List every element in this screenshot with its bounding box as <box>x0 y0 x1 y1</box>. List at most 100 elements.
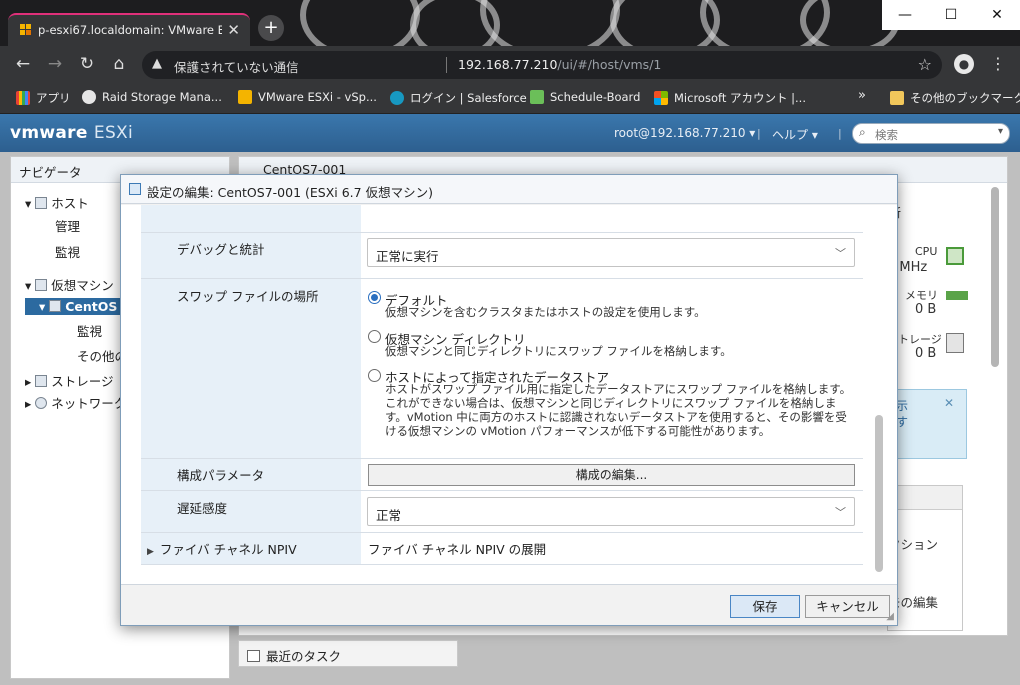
bookmark-microsoft[interactable]: Microsoft アカウント |... <box>654 90 806 106</box>
folder-icon <box>890 91 904 105</box>
network-icon <box>35 397 48 409</box>
bookmark-vmware-esxi[interactable]: VMware ESXi - vSp... <box>238 90 377 104</box>
dialog-header: 設定の編集: CentOS7-001 (ESXi 6.7 仮想マシン) <box>121 175 897 204</box>
back-arrow-icon[interactable]: ← <box>12 54 34 74</box>
dialog-footer: 保存 キャンセル ◢ <box>121 586 897 625</box>
swap-vm-directory-desc: 仮想マシンと同じディレクトリにスワップ ファイルを格納します。 <box>385 344 732 358</box>
apps-grid-icon <box>16 91 30 105</box>
cpu-icon <box>946 247 964 265</box>
vmware-esxi-logo: vmware ESXi <box>10 123 133 143</box>
bookmark-label: ログイン | Salesforce <box>410 91 527 105</box>
panel-header <box>888 486 962 510</box>
tree-item-vms[interactable]: ▾ 仮想マシン <box>25 275 114 294</box>
bookmark-label: VMware ESXi - vSp... <box>258 90 377 104</box>
bookmark-label: Microsoft アカウント |... <box>674 91 806 105</box>
cpu-label: CPU <box>915 245 938 258</box>
home-icon[interactable]: ⌂ <box>108 54 130 74</box>
app-header: vmware ESXi root@192.168.77.210 ▾ | ヘルプ … <box>0 114 1020 152</box>
forward-arrow-icon[interactable]: → <box>44 54 66 74</box>
search-placeholder: 検索 <box>875 128 898 142</box>
close-icon[interactable]: ✕ <box>944 396 954 410</box>
bookmarks-overflow-button[interactable]: » <box>858 88 866 103</box>
tree-item-monitor[interactable]: 監視 <box>55 242 80 261</box>
security-status[interactable]: 保護されていない通信 <box>174 57 299 76</box>
swap-label: スワップ ファイルの場所 <box>177 289 319 304</box>
search-box[interactable]: ⌕ 検索 ▾ <box>852 123 1010 144</box>
debug-label: デバッグと統計 <box>177 242 265 257</box>
vmware-favicon <box>20 24 32 36</box>
wallpaper-decoration <box>300 0 420 46</box>
npiv-label: ファイバ チャネル NPIV <box>159 542 297 557</box>
latency-value: 正常 <box>376 508 402 523</box>
info-notice: 示す ✕ <box>887 389 967 459</box>
tree-item-vm-monitor[interactable]: 監視 <box>77 321 102 340</box>
cancel-button[interactable]: キャンセル <box>805 595 890 618</box>
minimize-window-button[interactable]: — <box>882 0 928 30</box>
bookmark-apps[interactable]: アプリ <box>16 90 71 106</box>
tree-label: ネットワーク <box>51 396 127 411</box>
bookmark-other[interactable]: その他のブックマーク <box>890 90 1020 106</box>
search-icon: ⌕ <box>859 125 866 139</box>
tree-item-manage[interactable]: 管理 <box>55 216 80 235</box>
help-menu[interactable]: ヘルプ ▾ <box>772 126 818 143</box>
tasks-icon <box>247 650 260 662</box>
url-text[interactable]: 192.168.77.210/ui/#/host/vms/1 <box>458 57 661 72</box>
dialog-title: 設定の編集: CentOS7-001 (ESXi 6.7 仮想マシン) <box>147 185 433 200</box>
bookmark-salesforce[interactable]: ログイン | Salesforce <box>390 90 527 106</box>
recent-tasks-bar[interactable]: 最近のタスク <box>238 640 458 667</box>
config-label: 構成パラメータ <box>177 468 265 483</box>
resize-grip-icon[interactable]: ◢ <box>886 611 894 622</box>
brand-text: vmware <box>10 123 88 143</box>
main-scrollbar[interactable] <box>991 187 999 367</box>
address-bar[interactable]: ▲ 保護されていない通信 192.168.77.210/ui/#/host/vm… <box>142 51 942 79</box>
npiv-expander[interactable]: ▶ ファイバ チャネル NPIV <box>147 539 297 558</box>
browser-toolbar: ← → ↻ ⌂ ▲ 保護されていない通信 192.168.77.210/ui/#… <box>0 46 1020 84</box>
bookmark-schedule-board[interactable]: Schedule-Board <box>530 90 640 104</box>
latency-select[interactable]: 正常 ﹀ <box>367 497 855 526</box>
edit-settings-dialog: 設定の編集: CentOS7-001 (ESXi 6.7 仮想マシン) デバッグ… <box>120 174 898 626</box>
tree-item-storage[interactable]: ▸ ストレージ <box>25 371 114 390</box>
tree-item-host[interactable]: ▾ ホスト <box>25 193 89 212</box>
url-path: /ui/#/host/vms/1 <box>557 57 662 72</box>
browser-menu-icon[interactable]: ⋮ <box>990 54 1006 73</box>
storage-icon <box>946 333 964 353</box>
latency-label: 遅延感度 <box>177 501 228 516</box>
host-icon <box>35 197 48 209</box>
swap-host-datastore-radio[interactable] <box>368 369 381 382</box>
new-tab-button[interactable]: + <box>258 15 284 41</box>
microsoft-logo-icon <box>654 91 668 105</box>
chevron-down-icon: ﹀ <box>835 247 846 260</box>
dialog-scrollbar[interactable] <box>875 415 883 572</box>
expand-triangle-icon: ▶ <box>147 547 154 557</box>
tab-close-icon[interactable]: ✕ <box>227 21 240 39</box>
bookmark-star-icon[interactable]: ☆ <box>918 55 932 74</box>
wallpaper-decoration <box>480 0 620 46</box>
account-avatar-icon[interactable]: ● <box>954 54 974 74</box>
header-separator: | <box>757 127 761 140</box>
bookmarks-bar: アプリ Raid Storage Mana... VMware ESXi - v… <box>0 84 1020 114</box>
top-row-fragment <box>141 205 863 233</box>
memory-value: 0 B <box>915 302 937 317</box>
swap-default-radio[interactable] <box>368 291 381 304</box>
browser-tab[interactable]: p-esxi67.localdomain: VMware ESXi ✕ <box>8 13 250 46</box>
debug-select[interactable]: 正常に実行 ﹀ <box>367 238 855 267</box>
tree-item-network[interactable]: ▸ ネットワーク <box>25 393 126 412</box>
bookmark-label: その他のブックマーク <box>910 91 1020 105</box>
storage-icon <box>35 375 48 387</box>
vm-settings-icon <box>129 183 141 195</box>
chevron-down-icon[interactable]: ▾ <box>998 126 1003 137</box>
user-menu[interactable]: root@192.168.77.210 ▾ <box>614 126 755 140</box>
swap-vm-directory-radio[interactable] <box>368 330 381 343</box>
vm-actions-panel: クション モの編集 <box>887 485 963 631</box>
maximize-window-button[interactable]: ☐ <box>928 0 974 30</box>
tree-label: CentOS <box>65 299 118 314</box>
reload-icon[interactable]: ↻ <box>76 54 98 74</box>
swap-host-datastore-desc: ホストがスワップ ファイル用に指定したデータストアにスワップ ファイルを格納しま… <box>385 382 852 438</box>
close-window-button[interactable]: ✕ <box>974 0 1020 30</box>
memory-label: メモリ <box>905 289 938 302</box>
swap-default-desc: 仮想マシンを含むクラスタまたはホストの設定を使用します。 <box>385 305 706 319</box>
save-button[interactable]: 保存 <box>730 595 800 618</box>
url-host: 192.168.77.210 <box>458 57 558 72</box>
bookmark-raid-storage[interactable]: Raid Storage Mana... <box>82 90 222 104</box>
edit-config-button[interactable]: 構成の編集... <box>368 464 855 486</box>
